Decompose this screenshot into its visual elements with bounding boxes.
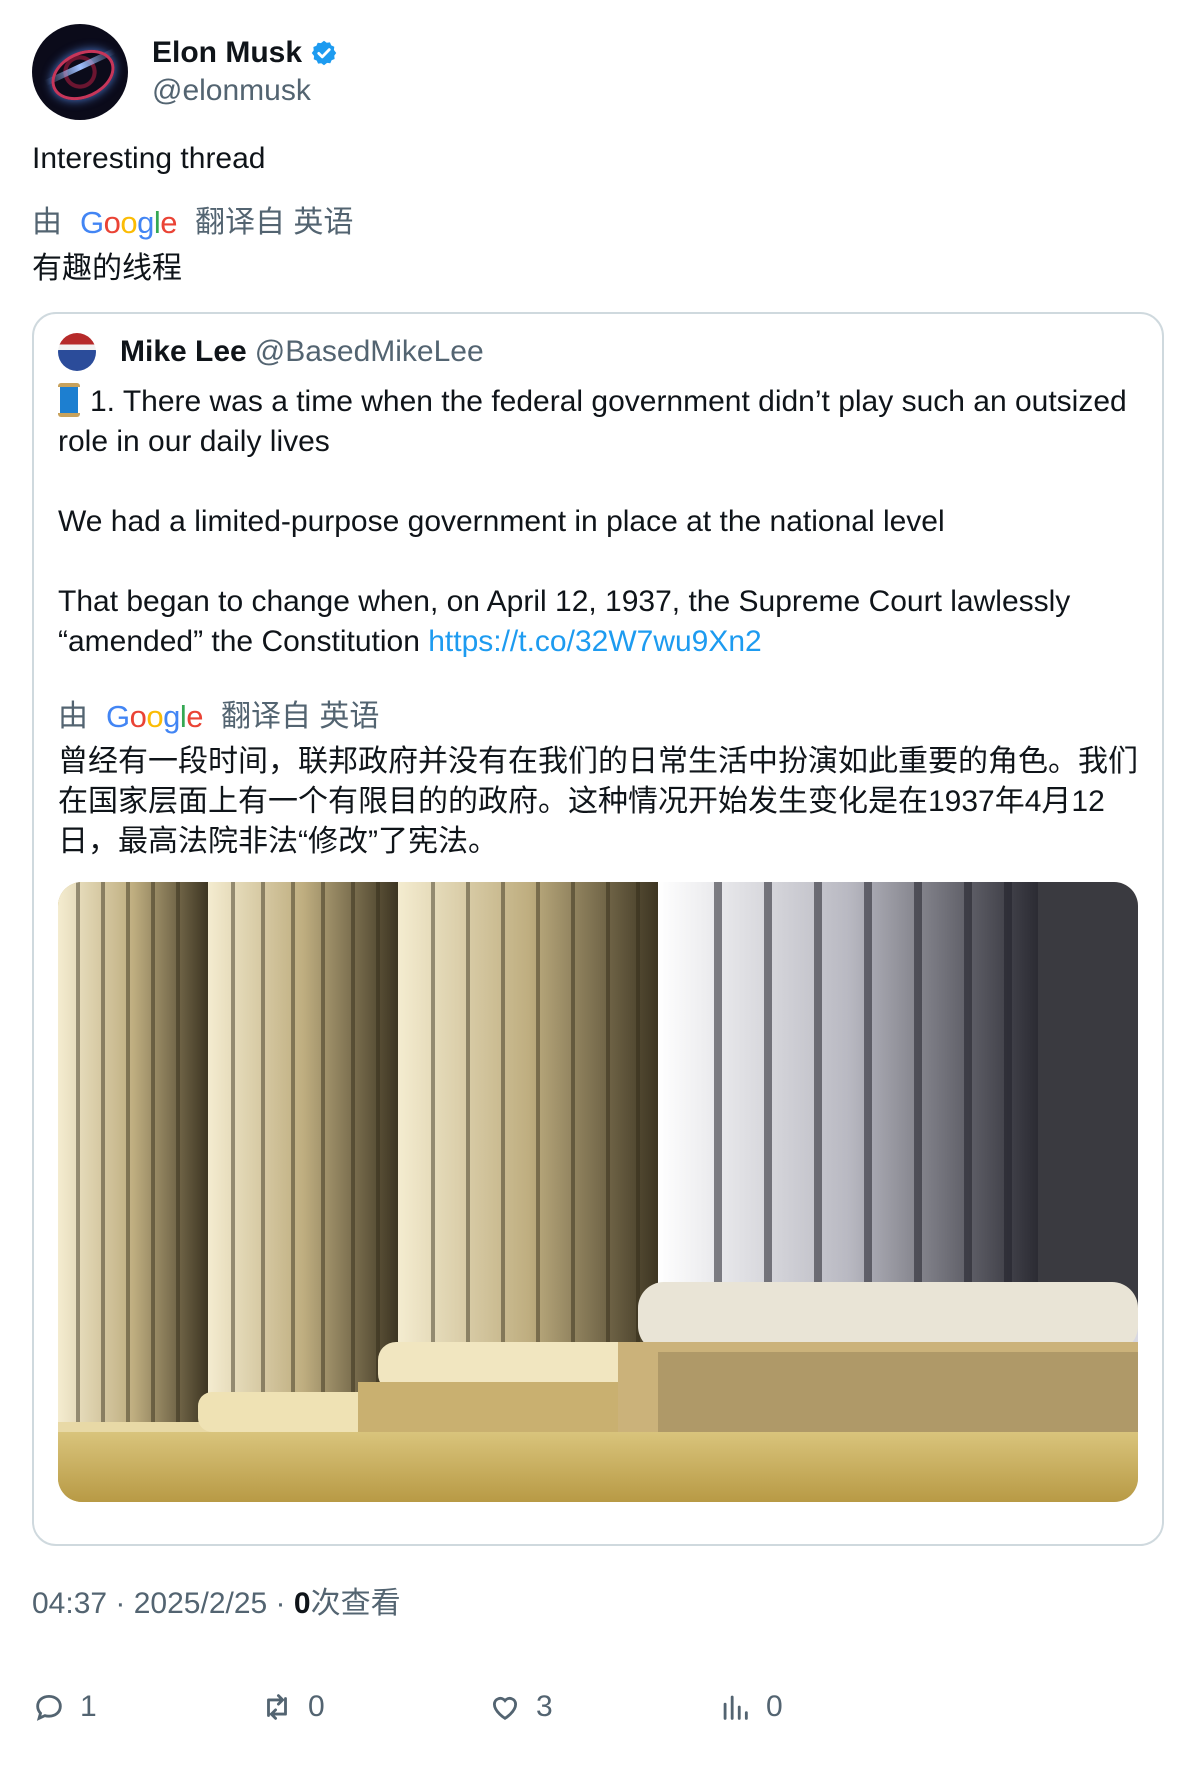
analytics-bar-chart-icon <box>723 1695 748 1720</box>
quoted-tweet-text: 1. There was a time when the federal gov… <box>58 385 1127 658</box>
translate-from-label: 翻译自 英语 <box>195 206 354 239</box>
views-button[interactable]: 0 <box>718 1690 783 1724</box>
meta-separator-1: · <box>107 1587 134 1620</box>
columns-photo-image <box>58 882 1138 1502</box>
views-action-count: 0 <box>766 1690 783 1723</box>
tweet-time[interactable]: 04:37 <box>32 1587 107 1620</box>
author-handle[interactable]: @elonmusk <box>152 72 338 110</box>
tweet-text: Interesting thread <box>32 142 266 175</box>
quoted-translated-text: 曾经有一段时间，联邦政府并没有在我们的日常生活中扮演如此重要的角色。我们在国家层… <box>58 745 1138 858</box>
quoted-tweet-image[interactable] <box>58 882 1138 1502</box>
quoted-author-name[interactable]: Mike Lee <box>120 335 247 369</box>
author-avatar[interactable] <box>32 24 128 120</box>
quoted-author-avatar[interactable] <box>58 333 96 371</box>
views-count: 0 <box>293 1587 311 1620</box>
spool-of-thread-icon <box>58 383 80 417</box>
author-name-row: Elon Musk <box>152 34 338 72</box>
tweet-date[interactable]: 2025/2/25 <box>134 1587 267 1620</box>
quoted-translate-from-label: 翻译自 英语 <box>221 700 380 733</box>
quoted-tweet-link[interactable]: https://t.co/32W7wu9Xn2 <box>428 625 762 658</box>
quoted-translation-attribution: 由 Google 翻译自 英语 <box>58 696 1138 738</box>
reply-button[interactable]: 1 <box>32 1690 97 1724</box>
tweet-translated-text: 有趣的线程 <box>32 252 182 285</box>
tweet-actions: 1 0 3 0 <box>32 1690 1164 1742</box>
quoted-translate-by-label: 由 <box>58 700 88 733</box>
meta-separator-2: · <box>267 1587 294 1620</box>
heart-icon <box>492 1696 518 1720</box>
quoted-google-logo-icon: Google <box>106 699 204 734</box>
like-button[interactable]: 3 <box>488 1690 553 1724</box>
translate-by-label: 由 <box>32 206 62 239</box>
author-names: Elon Musk @elonmusk <box>152 34 338 110</box>
tweet-meta: 04:37 · 2025/2/25 · 0次查看 <box>32 1584 1164 1624</box>
views-label: 次查看 <box>310 1587 401 1620</box>
quoted-tweet-body: 1. There was a time when the federal gov… <box>58 382 1138 662</box>
like-count: 3 <box>536 1690 553 1723</box>
retweet-icon <box>267 1694 287 1720</box>
quoted-tweet-header: Mike Lee @BasedMikeLee <box>58 332 1138 372</box>
translation-attribution: 由 Google 翻译自 英语 <box>32 202 1164 244</box>
retweet-count: 0 <box>308 1690 325 1723</box>
google-logo-icon: Google <box>80 205 178 240</box>
reply-icon <box>36 1694 62 1721</box>
quoted-author-handle[interactable]: @BasedMikeLee <box>255 335 484 369</box>
retweet-button[interactable]: 0 <box>260 1690 325 1724</box>
tweet-page: Elon Musk @elonmusk Interesting thread 由… <box>32 24 1164 1624</box>
quoted-tweet[interactable]: Mike Lee @BasedMikeLee 1. There was a ti… <box>32 312 1164 1546</box>
tweet-header: Elon Musk @elonmusk <box>32 24 1164 120</box>
author-name[interactable]: Elon Musk <box>152 34 302 72</box>
verified-badge-icon <box>311 40 337 66</box>
reply-count: 1 <box>80 1690 97 1723</box>
